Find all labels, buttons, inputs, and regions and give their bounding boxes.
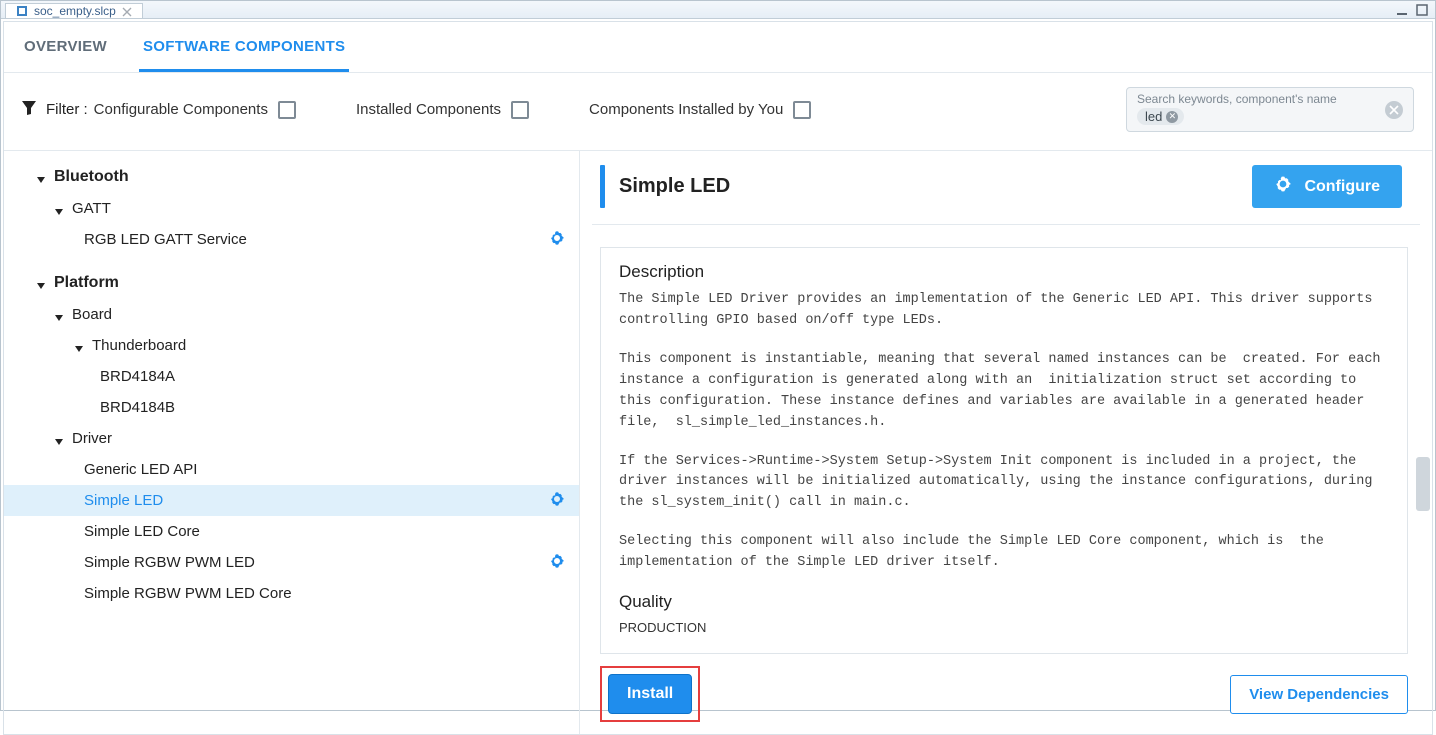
- checkbox-installed[interactable]: [511, 101, 529, 119]
- description-p4: Selecting this component will also inclu…: [619, 532, 1389, 574]
- detail-panel: Simple LED Configure Description The Sim…: [580, 151, 1432, 734]
- caret-down-icon: [36, 172, 46, 182]
- filter-label: Filter :: [22, 100, 88, 120]
- gear-icon: [1274, 175, 1292, 198]
- tree-label: Simple LED Core: [84, 523, 200, 540]
- tab-software-components[interactable]: SOFTWARE COMPONENTS: [139, 30, 349, 72]
- tree-group-thunderboard[interactable]: Thunderboard: [4, 330, 579, 361]
- component-tree: Bluetooth GATT RGB LED GATT Service Plat…: [4, 151, 580, 734]
- tree-label: Simple LED: [84, 492, 163, 509]
- action-row: Install View Dependencies: [580, 654, 1432, 734]
- detail-header: Simple LED Configure: [580, 151, 1432, 224]
- filter-configurable: Configurable Components: [94, 101, 296, 119]
- filter-bar: Filter : Configurable Components Install…: [4, 73, 1432, 151]
- tree-label: Thunderboard: [92, 337, 186, 354]
- tree-item-simple-led-core[interactable]: Simple LED Core: [4, 516, 579, 547]
- maximize-icon[interactable]: [1415, 3, 1429, 20]
- caret-down-icon: [74, 341, 84, 351]
- search-placeholder: Search keywords, component's name: [1137, 92, 1403, 106]
- tree-group-board[interactable]: Board: [4, 299, 579, 330]
- gear-icon[interactable]: [549, 553, 565, 573]
- search-chip-label: led: [1145, 109, 1162, 124]
- tree-label: Platform: [54, 274, 119, 292]
- tab-overview[interactable]: OVERVIEW: [20, 30, 111, 72]
- accent-bar: [600, 165, 605, 208]
- tree-label: BRD4184A: [100, 368, 175, 385]
- clear-search-icon[interactable]: [1385, 101, 1403, 119]
- tree-item-brd4184b[interactable]: BRD4184B: [4, 392, 579, 423]
- filter-label-text: Filter :: [46, 101, 88, 118]
- checkbox-configurable[interactable]: [278, 101, 296, 119]
- tree-group-driver[interactable]: Driver: [4, 423, 579, 454]
- window-controls: [1395, 3, 1429, 20]
- caret-down-icon: [54, 310, 64, 320]
- content: OVERVIEW SOFTWARE COMPONENTS Filter : Co…: [3, 21, 1433, 735]
- close-icon[interactable]: [122, 6, 132, 16]
- subtabs: OVERVIEW SOFTWARE COMPONENTS: [4, 22, 1432, 73]
- tree-label: Simple RGBW PWM LED: [84, 554, 255, 571]
- file-tab-label: soc_empty.slcp: [34, 4, 116, 18]
- tree-label: RGB LED GATT Service: [84, 231, 247, 248]
- gear-icon[interactable]: [549, 230, 565, 250]
- filter-installed-label: Installed Components: [356, 101, 501, 118]
- search-input[interactable]: Search keywords, component's name led ✕: [1126, 87, 1414, 132]
- tree-label: Simple RGBW PWM LED Core: [84, 585, 292, 602]
- tree-item-simple-rgbw-pwm-led[interactable]: Simple RGBW PWM LED: [4, 547, 579, 578]
- tree-item-generic-led-api[interactable]: Generic LED API: [4, 454, 579, 485]
- scrollbar-thumb[interactable]: [1416, 457, 1430, 511]
- tree-group-bluetooth[interactable]: Bluetooth: [4, 161, 579, 193]
- caret-down-icon: [36, 278, 46, 288]
- tree-item-simple-led[interactable]: Simple LED: [4, 485, 579, 516]
- tree-label: Generic LED API: [84, 461, 197, 478]
- description-p1: The Simple LED Driver provides an implem…: [619, 290, 1389, 332]
- checkbox-by-you[interactable]: [793, 101, 811, 119]
- quality-heading: Quality: [619, 592, 1389, 612]
- filter-installed: Installed Components: [356, 101, 529, 119]
- tree-item-rgb-led-gatt-service[interactable]: RGB LED GATT Service: [4, 224, 579, 255]
- description-p3: If the Services->Runtime->System Setup->…: [619, 452, 1389, 515]
- detail-title: Simple LED: [619, 175, 730, 198]
- install-highlight: Install: [600, 666, 700, 722]
- project-icon: [16, 5, 28, 17]
- filter-configurable-label: Configurable Components: [94, 101, 268, 118]
- view-dependencies-button[interactable]: View Dependencies: [1230, 675, 1408, 714]
- body: Bluetooth GATT RGB LED GATT Service Plat…: [4, 151, 1432, 734]
- tree-item-brd4184a[interactable]: BRD4184A: [4, 361, 579, 392]
- tree-label: GATT: [72, 200, 111, 217]
- tree-group-gatt[interactable]: GATT: [4, 193, 579, 224]
- description-box: Description The Simple LED Driver provid…: [600, 247, 1408, 654]
- description-heading: Description: [619, 262, 1389, 282]
- gear-icon[interactable]: [549, 491, 565, 511]
- tree-group-platform[interactable]: Platform: [4, 267, 579, 299]
- editor-tabbar: soc_empty.slcp: [1, 1, 1435, 19]
- filter-by-you-label: Components Installed by You: [589, 101, 783, 118]
- minimize-icon[interactable]: [1395, 3, 1409, 20]
- configure-button[interactable]: Configure: [1252, 165, 1402, 208]
- file-tab-soc-empty[interactable]: soc_empty.slcp: [5, 3, 143, 18]
- search-chip-led[interactable]: led ✕: [1137, 108, 1184, 125]
- tree-label: Board: [72, 306, 112, 323]
- filter-icon: [22, 100, 36, 120]
- configure-label: Configure: [1304, 178, 1380, 196]
- description-p2: This component is instantiable, meaning …: [619, 350, 1389, 434]
- filter-by-you: Components Installed by You: [589, 101, 811, 119]
- tree-label: BRD4184B: [100, 399, 175, 416]
- quality-value: PRODUCTION: [619, 620, 1389, 635]
- install-button[interactable]: Install: [608, 674, 692, 714]
- chip-remove-icon[interactable]: ✕: [1166, 111, 1178, 123]
- caret-down-icon: [54, 204, 64, 214]
- tree-label: Bluetooth: [54, 168, 129, 186]
- tree-item-simple-rgbw-pwm-led-core[interactable]: Simple RGBW PWM LED Core: [4, 578, 579, 609]
- caret-down-icon: [54, 434, 64, 444]
- tree-label: Driver: [72, 430, 112, 447]
- app-frame: soc_empty.slcp OVERVIEW SOFTWARE COMPONE…: [0, 0, 1436, 711]
